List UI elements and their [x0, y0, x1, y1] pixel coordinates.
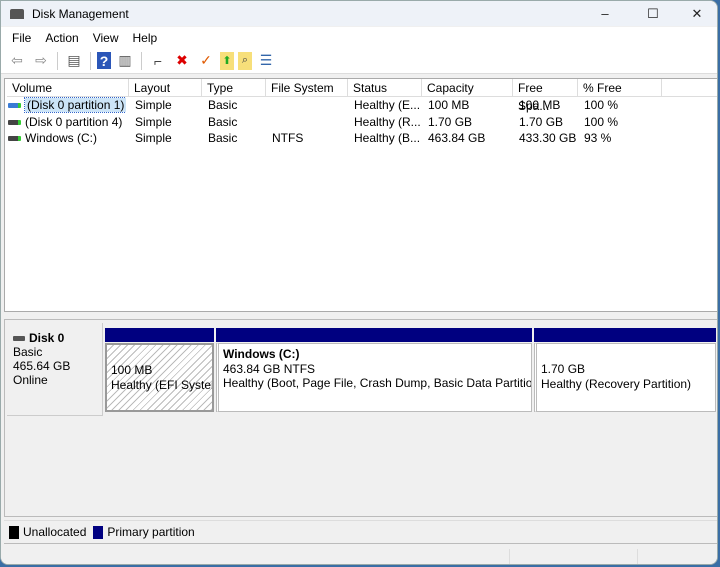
connect-drive-icon[interactable]: ⌐: [148, 51, 168, 71]
column-header-capacity[interactable]: Capacity: [422, 79, 513, 97]
cell-pct: 100 %: [584, 114, 619, 129]
disk-graphical-view: Disk 0 Basic 465.64 GB Online 100 MB Hea…: [4, 319, 717, 517]
disk-state: Online: [13, 373, 48, 387]
partition-size: 100 MB: [111, 363, 153, 377]
forward-icon[interactable]: ⇨: [31, 51, 51, 71]
primary-partition-swatch: [93, 525, 104, 539]
cell-layout: Simple: [135, 114, 172, 129]
cell-volume: (Disk 0 partition 4): [8, 114, 126, 130]
cell-pct: 100 %: [584, 98, 619, 112]
cell-free: 100 MB: [519, 98, 561, 112]
disk-icon: [13, 336, 25, 342]
volume-name: Windows (C:): [25, 131, 98, 145]
volume-name: (Disk 0 partition 4): [25, 114, 123, 129]
table-row[interactable]: (Disk 0 partition 1) Simple Basic Healthy (…: [5, 97, 717, 113]
volume-icon: [8, 103, 21, 109]
disk-size: 465.64 GB: [13, 359, 71, 373]
volume-icon: [8, 136, 21, 142]
column-header-status[interactable]: Status: [348, 79, 422, 97]
search-icon[interactable]: ⌕: [238, 51, 252, 70]
cell-volume: Windows (C:): [8, 130, 126, 146]
delete-icon[interactable]: ✖: [172, 51, 192, 71]
cell-status: Healthy (E...: [354, 98, 421, 112]
legend: Unallocated Primary partition: [4, 520, 717, 544]
volume-name: (Disk 0 partition 1): [23, 97, 126, 113]
menu-file[interactable]: File: [5, 31, 38, 45]
menu-help[interactable]: Help: [126, 31, 165, 45]
partition-title: Windows (C:): [223, 347, 300, 361]
cell-volume: (Disk 0 partition 1): [8, 97, 126, 113]
toolbar: ⇦ ⇨ ▤? ▥ ⌐ ✖ ✓ ⬆ ⌕ ☰: [1, 48, 717, 74]
cell-free: 1.70 GB: [519, 114, 564, 129]
partition-size: 463.84 GB NTFS: [223, 361, 316, 376]
partition-status: Healthy (Recovery Partition): [541, 376, 692, 391]
legend-unallocated: Unallocated: [23, 525, 87, 539]
cell-capacity: 100 MB: [428, 98, 470, 112]
column-header-pct[interactable]: % Free: [578, 79, 662, 97]
partition-efi[interactable]: 100 MB Healthy (EFI System Partition): [105, 328, 214, 412]
disk-type: Basic: [13, 345, 43, 359]
cell-fs: NTFS: [272, 131, 304, 145]
column-header-volume[interactable]: Volume: [7, 79, 129, 97]
minimize-button[interactable]: –: [582, 1, 628, 26]
primary-partition-bar: [216, 328, 532, 342]
close-button[interactable]: ✕: [674, 1, 717, 26]
column-header-type[interactable]: Type: [202, 79, 266, 97]
disk-0-label[interactable]: Disk 0 Basic 465.64 GB Online: [7, 323, 103, 416]
properties-icon[interactable]: ✓: [196, 51, 216, 71]
maximize-button[interactable]: ☐: [630, 1, 676, 26]
volume-icon: [8, 119, 21, 125]
menu-bar: File Action View Help: [1, 27, 717, 48]
toolbar-separator: [90, 51, 91, 70]
cell-capacity: 1.70 GB: [428, 114, 473, 129]
cell-type: Basic: [208, 114, 238, 129]
table-row[interactable]: (Disk 0 partition 4) Simple Basic Healthy (…: [5, 114, 717, 130]
show-hide-console-tree-icon[interactable]: ▤: [64, 51, 84, 71]
disk-management-icon: [10, 8, 24, 19]
disk-management-window: Disk Management – ☐ ✕ File Action View H…: [0, 0, 718, 565]
primary-partition-bar: [534, 328, 716, 342]
cell-capacity: 463.84 GB: [428, 131, 486, 145]
back-icon[interactable]: ⇦: [7, 51, 27, 71]
partition-size: 1.70 GB: [541, 362, 586, 376]
toolbar-separator: [57, 51, 58, 70]
cell-layout: Simple: [135, 131, 172, 145]
partition-recovery[interactable]: 1.70 GB Healthy (Recovery Partition): [534, 328, 716, 412]
menu-action[interactable]: Action: [38, 31, 85, 45]
column-header-filler: [662, 79, 717, 97]
partition-status: Healthy (EFI System Partition): [111, 377, 212, 392]
cell-status: Healthy (R...: [354, 114, 421, 129]
toolbar-separator: [141, 51, 142, 70]
cell-pct: 93 %: [584, 131, 612, 145]
cell-free: 433.30 GB: [519, 131, 577, 145]
unallocated-swatch: [9, 525, 19, 539]
cell-layout: Simple: [135, 98, 172, 112]
column-header-fs[interactable]: File System: [266, 79, 348, 97]
table-row[interactable]: Windows (C:) Simple Basic NTFS Healthy (B...…: [5, 130, 717, 146]
menu-view[interactable]: View: [86, 31, 126, 45]
help-icon[interactable]: ?: [97, 52, 111, 69]
primary-partition-bar: [105, 328, 214, 342]
title-bar: Disk Management – ☐ ✕: [1, 1, 717, 26]
pane-splitter[interactable]: [1, 313, 717, 318]
show-hide-action-pane-icon[interactable]: ▥: [115, 51, 135, 71]
import-icon[interactable]: ⬆: [220, 51, 234, 70]
column-header-free[interactable]: Free Spa...: [513, 79, 578, 113]
cell-type: Basic: [208, 98, 238, 112]
column-header-layout[interactable]: Layout: [129, 79, 202, 97]
status-bar: [1, 546, 717, 564]
list-view-icon[interactable]: ☰: [256, 51, 276, 71]
cell-type: Basic: [208, 131, 238, 145]
partition-status: Healthy (Boot, Page File, Crash Dump, Ba…: [223, 376, 532, 390]
cell-status: Healthy (B...: [354, 131, 421, 145]
volume-list[interactable]: Volume Layout Type File System Status Capacit…: [4, 78, 717, 312]
partition-windows-c[interactable]: Windows (C:) 463.84 GB NTFS Healthy (Boo…: [216, 328, 532, 412]
window-title: Disk Management: [32, 6, 129, 21]
disk-name: Disk 0: [29, 331, 65, 345]
legend-primary-partition: Primary partition: [107, 525, 195, 539]
